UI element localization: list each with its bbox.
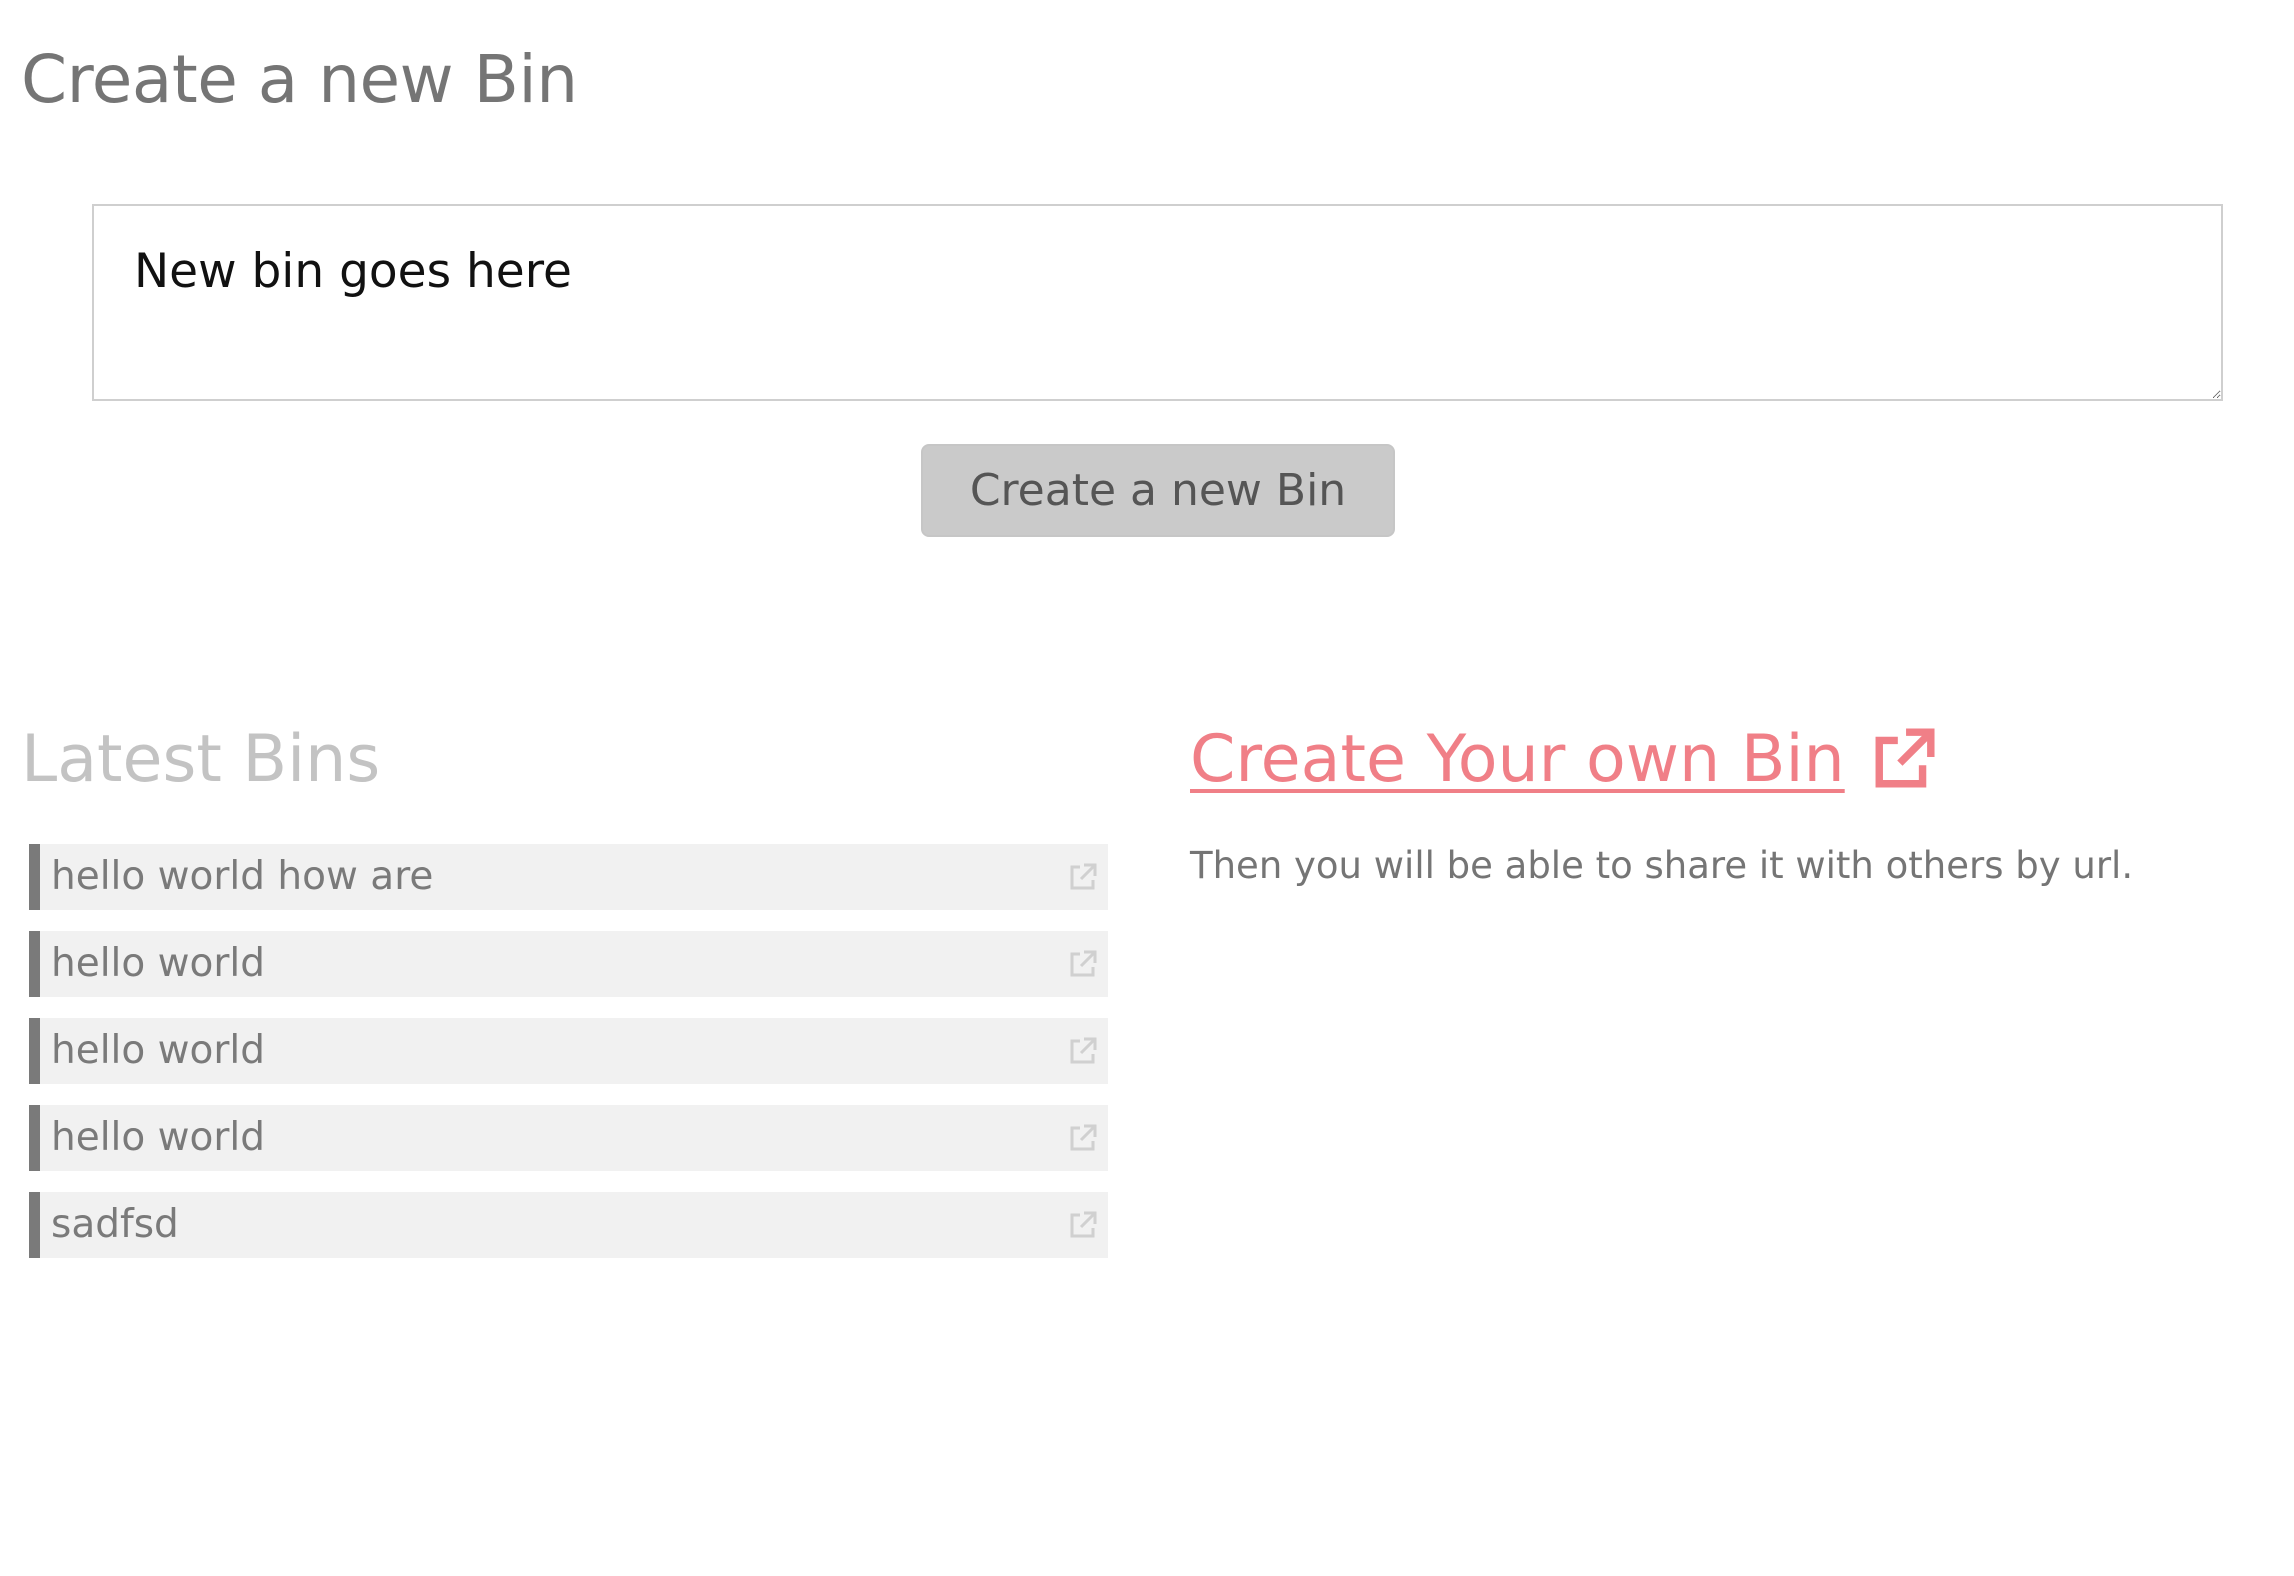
page-title: Create a new Bin [21,41,578,118]
bin-item-label: hello world how are [51,854,434,899]
bin-list-item[interactable]: hello world [29,1018,1108,1084]
bin-list-item[interactable]: hello world [29,931,1108,997]
share-description: Then you will be able to share it with o… [1190,844,2134,887]
bin-item-label: hello world [51,1028,266,1073]
bin-item-label: hello world [51,941,266,986]
create-bin-button[interactable]: Create a new Bin [921,444,1395,537]
create-your-own-bin-label: Create Your own Bin [1190,722,1845,797]
latest-bins-list: hello world how are hello world hello wo… [29,844,1108,1279]
bin-item-label: hello world [51,1115,266,1160]
new-bin-textarea[interactable] [92,204,2223,401]
external-link-icon [1070,1124,1097,1151]
external-link-icon [1875,728,1935,788]
create-your-own-bin-link[interactable]: Create Your own Bin [1190,718,1937,802]
external-link-icon [1070,863,1097,890]
bin-item-label: sadfsd [51,1202,179,1247]
bin-list-item[interactable]: hello world how are [29,844,1108,910]
external-link-icon [1070,1037,1097,1064]
bin-list-item[interactable]: hello world [29,1105,1108,1171]
bin-list-item[interactable]: sadfsd [29,1192,1108,1258]
external-link-icon [1070,1211,1097,1238]
latest-bins-heading: Latest Bins [21,722,381,797]
external-link-icon [1070,950,1097,977]
